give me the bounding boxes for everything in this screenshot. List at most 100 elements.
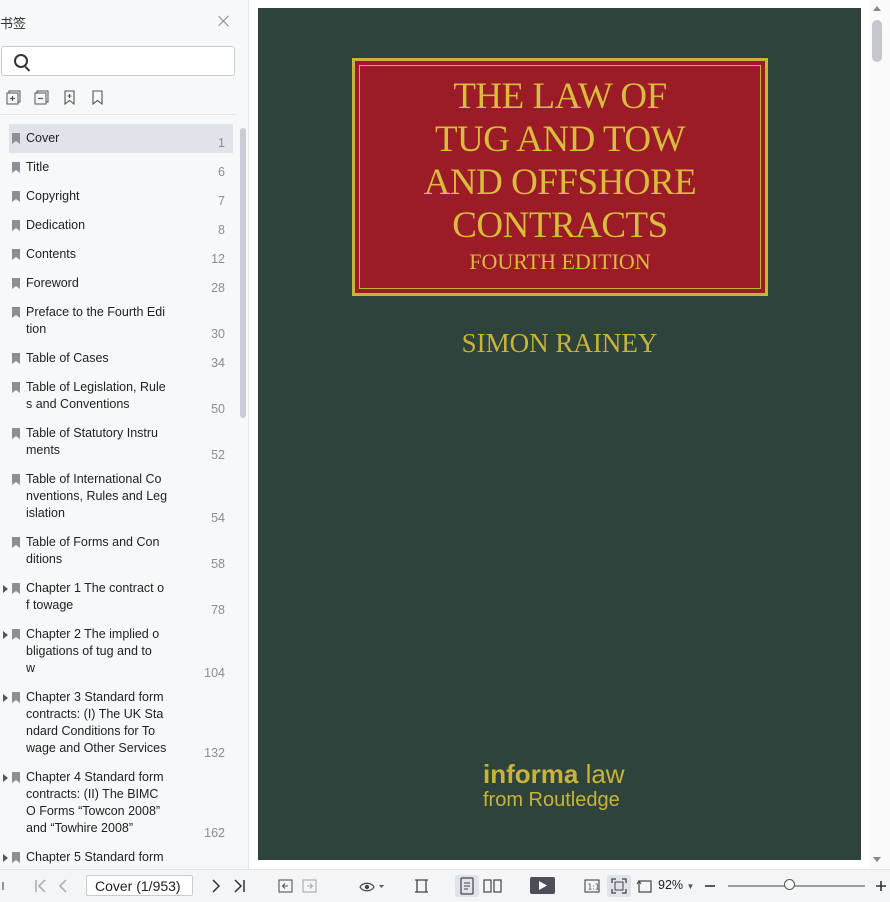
bookmark-label: Foreword [26, 276, 79, 290]
bookmark-label: Chapter 2 The implied o bligations of tu… [26, 627, 160, 675]
bookmark-page-number: 162 [204, 826, 225, 840]
bookmark-icon [12, 852, 20, 863]
close-icon[interactable] [216, 13, 232, 29]
next-page-icon[interactable] [210, 878, 222, 894]
last-page-icon[interactable] [233, 878, 247, 894]
expand-arrow-icon[interactable] [3, 694, 8, 702]
bookmark-label: Chapter 1 The contract o f towage [26, 581, 165, 612]
expand-all-icon[interactable] [6, 90, 21, 105]
collapse-all-icon[interactable] [34, 90, 49, 105]
bookmark-icon [12, 220, 20, 231]
zoom-out-icon[interactable] [704, 878, 716, 894]
bookmark-item[interactable]: Preface to the Fourth Edi tion 30 [9, 298, 233, 344]
bookmark-item[interactable]: Chapter 1 The contract o f towage 78 [3, 574, 233, 620]
bookmark-label: Copyright [26, 189, 80, 203]
bookmark-item[interactable]: Table of Forms and Con ditions 58 [9, 528, 233, 574]
publisher-brand: informa law [483, 759, 625, 789]
bookmark-item[interactable]: Chapter 2 The implied o bligations of tu… [3, 620, 233, 683]
bookmark-icon [12, 162, 20, 173]
add-bookmark-icon[interactable] [62, 90, 77, 105]
zoom-slider-handle[interactable] [784, 879, 795, 890]
search-box[interactable] [1, 46, 235, 76]
bookmark-item[interactable]: Foreword 28 [9, 269, 233, 298]
actual-size-icon[interactable]: 1:1 [584, 878, 600, 894]
bookmark-page-number: 54 [211, 511, 225, 525]
bookmark-item[interactable]: Chapter 4 Standard form contracts: (II) … [3, 763, 233, 843]
status-bar: Cover (1/953) 1:1 92% ▼ [0, 869, 890, 902]
expand-arrow-icon[interactable] [3, 585, 8, 593]
bookmark-page-number: 12 [211, 252, 225, 266]
bookmark-label: Title [26, 160, 50, 174]
bookmark-label: Contents [26, 247, 77, 261]
bookmark-scrollbar[interactable] [240, 128, 246, 418]
book-author: SIMON RAINEY [461, 328, 658, 358]
back-view-icon[interactable] [278, 878, 293, 894]
bookmark-label: Table of International Co nventions, Rul… [26, 472, 168, 520]
book-title: THE LAW OF TUG AND TOW AND OFFSHORE CONT… [423, 76, 697, 246]
zoom-slider-track[interactable] [728, 885, 865, 887]
zoom-in-icon[interactable] [875, 878, 887, 894]
forward-view-icon[interactable] [302, 878, 317, 894]
first-page-icon[interactable] [33, 878, 47, 894]
page-number-field[interactable]: Cover (1/953) [86, 875, 193, 896]
scroll-down-arrow-icon[interactable] [873, 857, 881, 862]
expand-arrow-icon[interactable] [3, 631, 8, 639]
bookmark-icon [12, 249, 20, 260]
bookmark-item[interactable]: Table of Legislation, Rule s and Convent… [9, 373, 233, 419]
bookmark-page-number: 104 [204, 666, 225, 680]
bookmark-icon [12, 307, 20, 318]
bookmark-label: Table of Legislation, Rule s and Convent… [26, 380, 166, 411]
bookmark-icon [12, 537, 20, 548]
bookmark-page-number: 6 [218, 165, 225, 179]
single-page-view-icon[interactable] [455, 875, 479, 897]
scroll-thumb[interactable] [872, 20, 882, 62]
bookmark-icon [12, 428, 20, 439]
expand-arrow-icon[interactable] [3, 774, 8, 782]
bookmark-item[interactable]: Chapter 5 Standard form [3, 843, 233, 869]
rotate-icon[interactable] [636, 878, 653, 894]
bookmark-label: Table of Forms and Con ditions [26, 535, 160, 566]
bookmark-item[interactable]: Table of Statutory Instru ments 52 [9, 419, 233, 465]
two-page-view-icon[interactable] [483, 878, 502, 894]
bookmark-label: Cover [26, 131, 60, 145]
bookmark-page-number: 58 [211, 557, 225, 571]
fit-page-icon[interactable] [607, 875, 631, 897]
bookmark-label: Table of Cases [26, 351, 109, 365]
bookmark-item[interactable]: Cover 1 [9, 124, 233, 153]
search-input[interactable] [36, 51, 230, 73]
bookmark-icon [12, 278, 20, 289]
bookmark-icon [12, 629, 20, 640]
title-panel: THE LAW OF TUG AND TOW AND OFFSHORE CONT… [352, 58, 768, 296]
zoom-dropdown-icon[interactable]: ▼ [687, 882, 695, 891]
bookmark-label: Preface to the Fourth Edi tion [26, 305, 165, 336]
bookmark-icon [12, 353, 20, 364]
previous-page-icon[interactable] [57, 878, 69, 894]
bookmark-item[interactable]: Table of International Co nventions, Rul… [9, 465, 233, 528]
vertical-scrollbar[interactable] [869, 0, 890, 869]
bookmark-icon [12, 692, 20, 703]
eye-reading-mode-icon[interactable] [358, 878, 386, 894]
bookmark-item[interactable]: Contents 12 [9, 240, 233, 269]
bookmark-page-number: 34 [211, 356, 225, 370]
bookmark-icon [12, 133, 20, 144]
bookmark-toolbar [6, 90, 105, 108]
bookmark-page-number: 8 [218, 223, 225, 237]
document-view: THE LAW OF TUG AND TOW AND OFFSHORE CONT… [249, 0, 890, 869]
zoom-level[interactable]: 92% ▼ [658, 878, 694, 892]
bookmark-page-number: 7 [218, 194, 225, 208]
play-slideshow-icon[interactable] [530, 877, 555, 894]
bookmark-item[interactable]: Table of Cases 34 [9, 344, 233, 373]
bookmark-label: Chapter 5 Standard form [26, 850, 164, 864]
bookmark-item[interactable]: Dedication 8 [9, 211, 233, 240]
bookmark-icon[interactable] [90, 90, 105, 105]
bookmark-label: Table of Statutory Instru ments [26, 426, 159, 457]
bookmark-item[interactable]: Title 6 [9, 153, 233, 182]
search-icon[interactable] [14, 54, 28, 68]
scroll-up-arrow-icon[interactable] [873, 6, 881, 11]
bookmark-item[interactable]: Chapter 3 Standard form contracts: (I) T… [3, 683, 233, 763]
fit-width-icon[interactable] [413, 878, 430, 894]
bookmark-item[interactable]: Copyright 7 [9, 182, 233, 211]
expand-arrow-icon[interactable] [3, 854, 8, 862]
panel-edge-icon[interactable] [2, 880, 6, 892]
panel-title: 书签 [0, 16, 27, 31]
